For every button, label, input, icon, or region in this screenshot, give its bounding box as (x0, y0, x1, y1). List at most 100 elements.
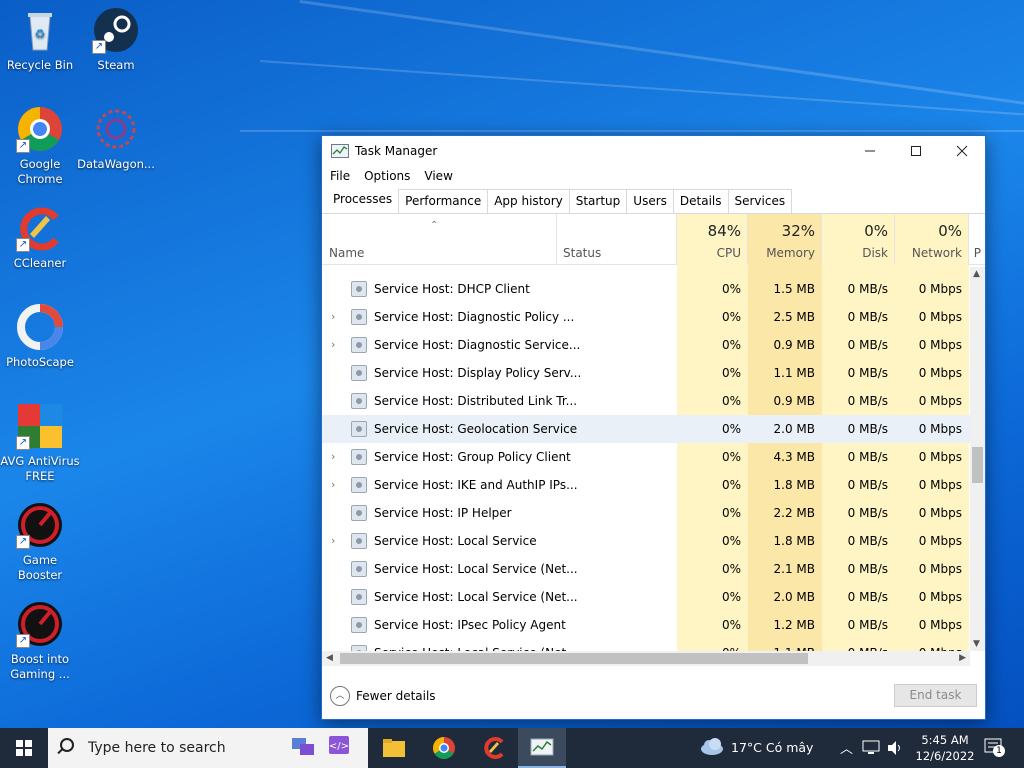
horizontal-scroll-thumb[interactable] (340, 653, 808, 664)
chevron-right-icon[interactable]: › (331, 303, 335, 331)
maximize-button[interactable] (893, 136, 939, 166)
cpu-value: 0% (677, 639, 748, 651)
scroll-right-icon[interactable]: ▶ (959, 653, 966, 663)
table-row[interactable]: Service Host: Geolocation Service 0% 2.0 M… (322, 415, 970, 443)
notification-badge: 1 (993, 745, 1005, 757)
memory-value: 1.1 MB (748, 639, 822, 651)
table-row[interactable]: Service Host: Local Service (Net... 0% 2.1… (322, 555, 970, 583)
table-row[interactable]: › Service Host: Local Service 0% 1.8 MB 0 MB… (322, 527, 970, 555)
scroll-down-icon[interactable]: ▼ (973, 639, 980, 649)
menu-file[interactable]: File (330, 169, 350, 183)
header-name[interactable]: ⌃ Name (322, 214, 557, 265)
desktop-icon-boost-gaming[interactable]: ↗ Boost into Gaming ... (0, 600, 80, 682)
menu-options[interactable]: Options (364, 169, 410, 183)
desktop-icon-datawagon[interactable]: DataWagon... (76, 105, 156, 172)
widget-icon[interactable] (290, 735, 316, 759)
table-row[interactable]: › Service Host: IKE and AuthIP IPs... 0% 1.… (322, 471, 970, 499)
minimize-button[interactable] (847, 136, 893, 166)
menu-view[interactable]: View (424, 169, 452, 183)
desktop-icon-label: Google Chrome (17, 157, 63, 186)
window-title: Task Manager (355, 144, 438, 158)
desktop-icon-chrome[interactable]: ↗ Google Chrome (0, 105, 80, 187)
header-power[interactable]: P (969, 214, 985, 265)
chevron-right-icon[interactable]: › (331, 527, 335, 555)
chevron-up-icon[interactable]: ︿ (330, 686, 350, 706)
tab-processes[interactable]: Processes (326, 187, 400, 213)
taskbar-chrome[interactable] (420, 728, 468, 768)
windows-logo-icon (16, 740, 32, 756)
chevron-up-tray-icon[interactable]: ︿ (840, 738, 853, 757)
light-ray (259, 60, 1024, 125)
table-row[interactable]: Service Host: DHCP Client 0% 1.5 MB 0 MB/s 0… (322, 275, 970, 303)
scroll-left-icon[interactable]: ◀ (326, 653, 333, 663)
desktop-icon-label: Game Booster (17, 553, 63, 582)
process-name: Service Host: Geolocation Service (374, 422, 578, 436)
chevron-right-icon[interactable]: › (331, 471, 335, 499)
vertical-scrollbar[interactable]: ▲ ▼ (970, 267, 985, 651)
notification-icon[interactable]: 1 (984, 738, 1005, 757)
header-cpu[interactable]: 84% CPU (677, 214, 748, 265)
taskbar-ccleaner[interactable] (470, 728, 518, 768)
network-icon[interactable] (862, 740, 880, 760)
close-button[interactable] (939, 136, 985, 166)
disk-value: 0 MB/s (847, 450, 888, 464)
table-row[interactable]: › Service Host: Group Policy Client 0% 4.3 … (322, 443, 970, 471)
header-network[interactable]: 0% Network (895, 214, 969, 265)
table-row[interactable]: Service Host: IP Helper 0% 2.2 MB 0 MB/s 0 M… (322, 499, 970, 527)
desktop-icon-avg[interactable]: ↗ AVG AntiVirus FREE (0, 402, 80, 484)
clock-date: 12/6/2022 (915, 749, 975, 763)
header-memory[interactable]: 32% Memory (748, 214, 822, 265)
start-button[interactable] (0, 728, 48, 768)
process-name: Service Host: Local Service (Net... (374, 562, 578, 576)
header-disk[interactable]: 0% Disk (822, 214, 895, 265)
desktop-icon-steam[interactable]: ↗ Steam (76, 6, 156, 73)
tab-startup[interactable]: Startup (568, 189, 628, 213)
title-bar[interactable]: Task Manager (322, 136, 985, 166)
desktop-icon-recycle-bin[interactable]: ♻ Recycle Bin (0, 6, 80, 73)
process-name: Service Host: Display Policy Serv... (374, 366, 582, 380)
dev-tools-icon[interactable]: </> (326, 733, 352, 759)
network-value: 0 Mbps (918, 562, 962, 576)
chevron-right-icon[interactable]: › (331, 443, 335, 471)
taskbar: Type here to search </> 17°C Có mây ︿ 5:… (0, 728, 1024, 768)
taskbar-file-explorer[interactable] (370, 728, 418, 768)
tab-users[interactable]: Users (626, 189, 674, 213)
cpu-value: 0% (721, 310, 741, 324)
chevron-right-icon[interactable]: › (331, 331, 335, 359)
volume-icon[interactable] (886, 740, 904, 760)
table-row[interactable]: Service Host: Local Service (Net...0%1.1… (322, 639, 970, 651)
cloud-icon[interactable] (700, 737, 724, 761)
desktop-icon-game-booster[interactable]: ↗ Game Booster (0, 501, 80, 583)
header-status[interactable]: Status (557, 214, 677, 265)
table-row[interactable]: Service Host: Local Service (Net... 0% 2.0… (322, 583, 970, 611)
table-row[interactable]: Service Host: Distributed Link Tr... 0% 0.… (322, 387, 970, 415)
tab-app-history[interactable]: App history (487, 189, 570, 213)
service-host-icon (351, 309, 367, 325)
tab-details[interactable]: Details (672, 189, 729, 213)
service-host-icon (351, 337, 367, 353)
scroll-up-icon[interactable]: ▲ (973, 269, 980, 279)
header-power-label: P (973, 246, 981, 260)
weather-text[interactable]: 17°C Có mây (731, 740, 813, 755)
table-row[interactable]: Service Host: IPsec Policy Agent 0% 1.2 MB… (322, 611, 970, 639)
taskbar-task-manager[interactable] (518, 728, 566, 768)
desktop-icon-ccleaner[interactable]: ↗ CCleaner (0, 204, 80, 271)
vertical-scroll-thumb[interactable] (972, 447, 983, 483)
fewer-details-link[interactable]: Fewer details (356, 689, 436, 703)
search-box[interactable]: Type here to search </> (48, 728, 368, 768)
end-task-button[interactable]: End task (894, 684, 977, 707)
recycle-bin-icon: ♻ (16, 6, 64, 54)
tab-performance[interactable]: Performance (398, 189, 489, 213)
table-row[interactable]: Service Host: Display Policy Serv... 0% 1.… (322, 359, 970, 387)
service-host-icon (351, 393, 367, 409)
header-network-label: Network (911, 246, 962, 260)
horizontal-scrollbar[interactable]: ◀ ▶ (322, 651, 970, 666)
table-row[interactable]: › Service Host: Diagnostic Policy ... 0% 2.… (322, 303, 970, 331)
table-row[interactable]: › Service Host: Diagnostic Service... 0% 0.… (322, 331, 970, 359)
tab-services[interactable]: Services (727, 189, 793, 213)
disk-value: 0 MB/s (847, 618, 888, 632)
task-manager-window[interactable]: Task Manager File Options View Processes… (321, 135, 986, 720)
desktop-icon-photoscape[interactable]: PhotoScape (0, 303, 80, 370)
system-clock[interactable]: 5:45 AM 12/6/2022 (914, 732, 976, 764)
network-value: 0 Mbps (918, 422, 962, 436)
